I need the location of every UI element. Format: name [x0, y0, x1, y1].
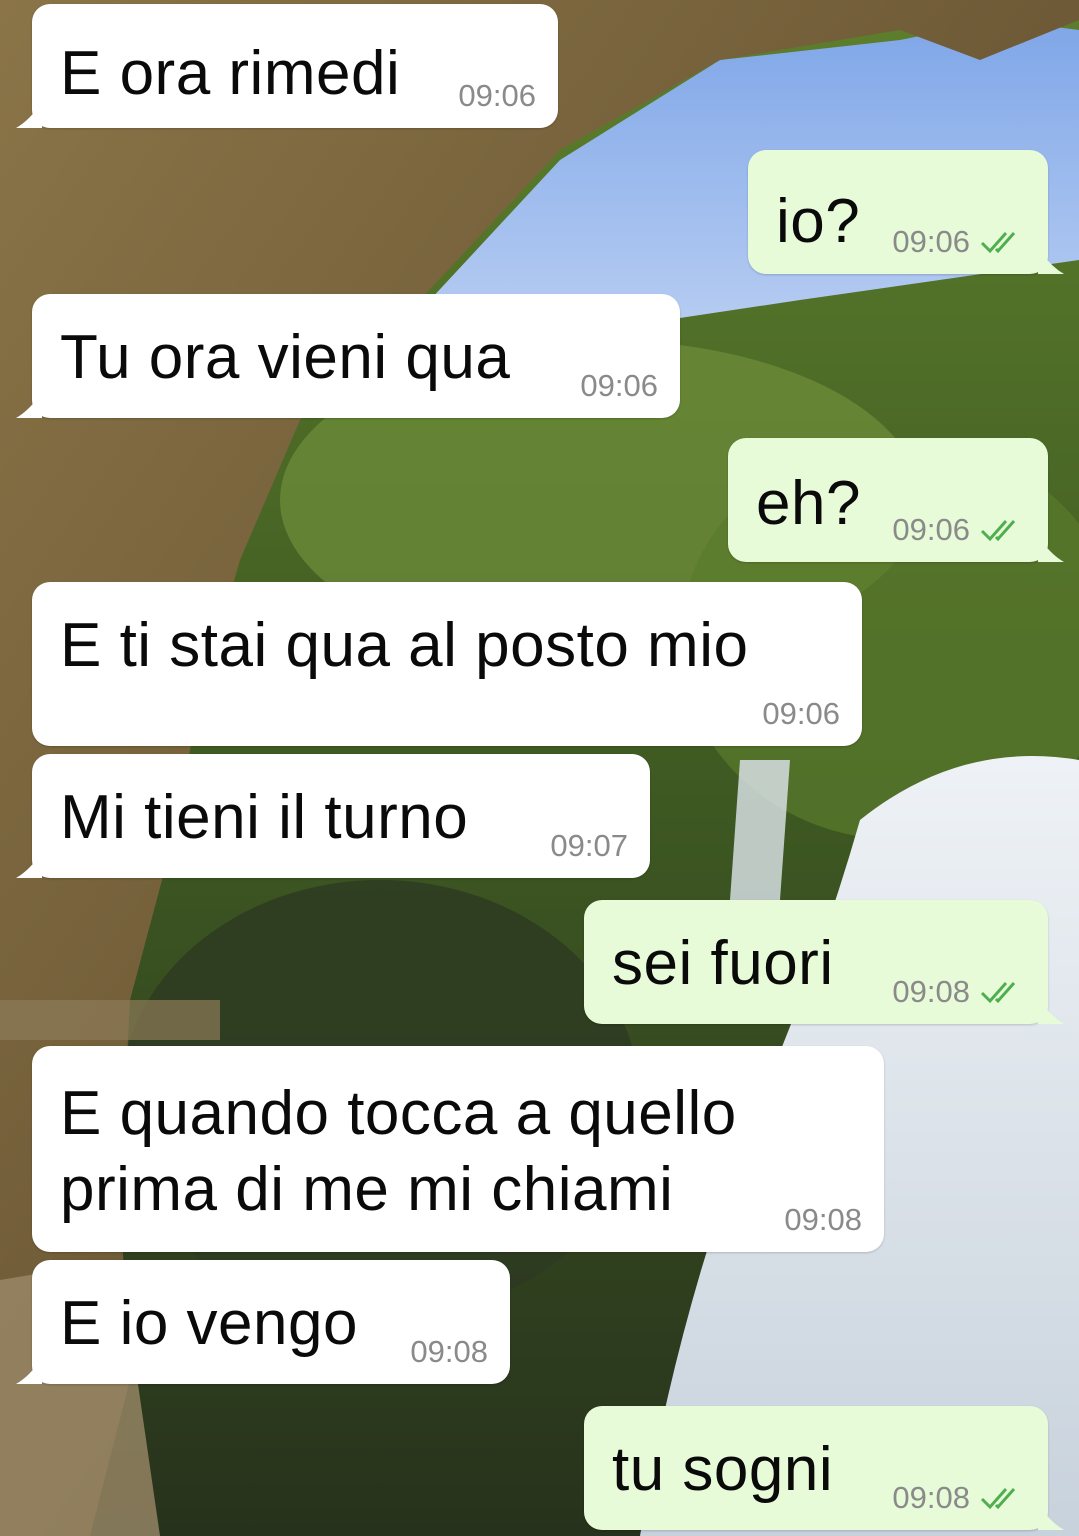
- message-text: E quando tocca a quello prima di me mi c…: [60, 1079, 737, 1224]
- message-meta: 09:06: [762, 696, 840, 732]
- message-bubble-outgoing[interactable]: io? 09:06: [748, 150, 1064, 274]
- message-bubble-incoming[interactable]: Tu ora vieni qua 09:06: [16, 294, 680, 418]
- message-text: E ora rimedi: [60, 39, 401, 108]
- double-check-icon: [980, 982, 1016, 1004]
- double-check-icon: [980, 232, 1016, 254]
- bubble-tail: [1038, 1504, 1064, 1530]
- message-meta: 09:06: [458, 78, 536, 114]
- message-time: 09:08: [892, 1480, 970, 1515]
- message-meta: 09:08: [784, 1202, 862, 1238]
- bubble-tail: [16, 102, 42, 128]
- message-time: 09:06: [458, 78, 536, 113]
- message-bubble-outgoing[interactable]: eh? 09:06: [728, 438, 1064, 562]
- message-bubble-incoming[interactable]: Mi tieni il turno 09:07: [16, 754, 650, 878]
- message-bubble-incoming[interactable]: E ti stai qua al posto mio 09:06: [32, 582, 862, 746]
- message-text: E io vengo: [60, 1289, 358, 1358]
- message-text: Tu ora vieni qua: [60, 323, 511, 392]
- message-time: 09:08: [892, 974, 970, 1009]
- message-meta: 09:06: [892, 224, 1026, 260]
- message-time: 09:06: [580, 368, 658, 403]
- message-bubble-incoming[interactable]: E quando tocca a quello prima di me mi c…: [32, 1046, 884, 1252]
- bubble-tail: [1038, 248, 1064, 274]
- message-bubble-incoming[interactable]: E io vengo 09:08: [16, 1260, 510, 1384]
- message-text: sei fuori: [612, 929, 834, 998]
- bubble-tail: [16, 1358, 42, 1384]
- message-time: 09:08: [410, 1334, 488, 1369]
- message-bubble-outgoing[interactable]: tu sogni 09:08: [584, 1406, 1064, 1530]
- message-meta: 09:06: [580, 368, 658, 404]
- message-bubble-outgoing[interactable]: sei fuori 09:08: [584, 900, 1064, 1024]
- bubble-tail: [1038, 998, 1064, 1024]
- bubble-tail: [16, 392, 42, 418]
- message-text: Mi tieni il turno: [60, 783, 469, 852]
- double-check-icon: [980, 520, 1016, 542]
- message-time: 09:07: [550, 828, 628, 863]
- message-text: tu sogni: [612, 1435, 834, 1504]
- message-text: io?: [776, 187, 861, 256]
- message-meta: 09:08: [892, 974, 1026, 1010]
- double-check-icon: [980, 1488, 1016, 1510]
- bubble-tail: [1038, 536, 1064, 562]
- message-text: E ti stai qua al posto mio: [60, 611, 749, 680]
- message-meta: 09:08: [892, 1480, 1026, 1516]
- message-time: 09:06: [762, 696, 840, 731]
- message-time: 09:08: [784, 1202, 862, 1237]
- message-meta: 09:07: [550, 828, 628, 864]
- message-meta: 09:08: [410, 1334, 488, 1370]
- message-meta: 09:06: [892, 512, 1026, 548]
- bubble-tail: [16, 852, 42, 878]
- message-time: 09:06: [892, 512, 970, 547]
- message-bubble-incoming[interactable]: E ora rimedi 09:06: [16, 4, 558, 128]
- message-text: eh?: [756, 469, 861, 538]
- message-time: 09:06: [892, 224, 970, 259]
